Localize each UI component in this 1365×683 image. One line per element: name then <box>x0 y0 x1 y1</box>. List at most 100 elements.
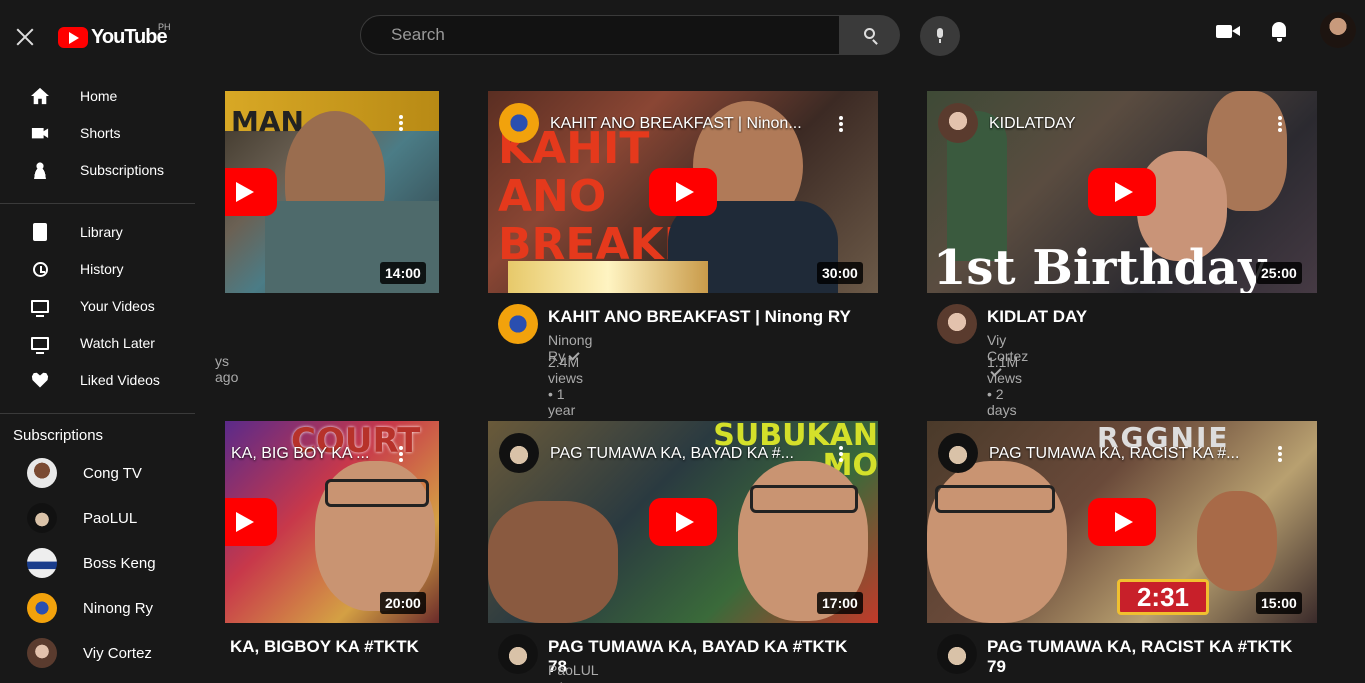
subscription-item-viy-cortez[interactable]: Viy Cortez <box>0 631 196 675</box>
thumbnail-figure <box>1197 491 1277 591</box>
channel-name[interactable]: PaoLUL <box>548 662 599 683</box>
sidebar-item-label: Library <box>80 224 123 240</box>
overlay-video-title: PAG TUMAWA KA, RACIST KA #... <box>989 445 1240 462</box>
more-options-icon[interactable] <box>399 446 403 462</box>
subscription-item-boss-keng[interactable]: Boss Keng <box>0 541 196 585</box>
video-duration: 25:00 <box>1256 262 1302 284</box>
video-title[interactable]: KA, BIGBOY KA #TKTK <box>230 637 450 657</box>
sidebar-item-label: Watch Later <box>80 335 155 351</box>
channel-avatar[interactable] <box>498 634 538 674</box>
channel-avatar[interactable] <box>937 634 977 674</box>
sidebar-divider <box>0 413 195 414</box>
more-options-icon[interactable] <box>1278 116 1282 132</box>
history-icon <box>33 261 48 277</box>
play-button[interactable] <box>649 498 717 546</box>
subscription-label: PaoLUL <box>83 510 138 527</box>
sidebar-item-library[interactable]: Library <box>0 214 196 250</box>
top-bar: YouTube PH <box>0 0 1365 70</box>
search-button[interactable] <box>840 15 900 55</box>
play-button[interactable] <box>1088 498 1156 546</box>
sidebar-item-liked-videos[interactable]: Liked Videos <box>0 362 196 398</box>
youtube-play-logo-icon <box>58 26 88 48</box>
create-video-button[interactable] <box>1214 22 1242 42</box>
channel-avatar[interactable] <box>937 304 977 344</box>
more-options-icon[interactable] <box>839 116 843 132</box>
shorts-icon <box>31 127 49 139</box>
account-avatar[interactable] <box>1320 12 1356 48</box>
verified-check-icon <box>551 679 563 683</box>
country-code: PH <box>158 22 171 32</box>
thumbnail-food <box>508 261 708 293</box>
sidebar-item-label: Your Videos <box>80 298 155 314</box>
video-duration: 17:00 <box>817 592 863 614</box>
channel-avatar[interactable] <box>498 304 538 344</box>
channel-avatar[interactable] <box>938 103 978 143</box>
voice-search-button[interactable] <box>920 16 960 56</box>
video-camera-icon <box>1216 25 1232 38</box>
subscriptions-icon <box>31 161 49 179</box>
channel-avatar <box>27 458 57 488</box>
channel-avatar <box>27 593 57 623</box>
sidebar-item-home[interactable]: Home <box>0 78 196 114</box>
subscriptions-heading: Subscriptions <box>13 427 104 444</box>
play-button[interactable] <box>225 498 277 546</box>
video-title[interactable]: KAHIT ANO BREAKFAST | Ninong RY <box>548 307 868 327</box>
video-thumbnail[interactable]: MAN 14:00 <box>225 91 439 293</box>
sidebar-item-shorts[interactable]: Shorts <box>0 115 196 151</box>
bell-icon <box>1272 22 1286 37</box>
video-thumbnail[interactable]: COURT KA, BIG BOY KA ... 20:00 <box>225 421 439 623</box>
sidebar-item-watch-later[interactable]: Watch Later <box>0 325 196 361</box>
channel-avatar[interactable] <box>499 103 539 143</box>
video-duration: 20:00 <box>380 592 426 614</box>
search-box <box>360 15 840 55</box>
video-thumbnail[interactable]: 1st Birthday KIDLATDAY 25:00 <box>927 91 1317 293</box>
play-button[interactable] <box>1088 168 1156 216</box>
subscription-item-paolul[interactable]: PaoLUL <box>0 496 196 540</box>
microphone-icon <box>937 28 943 43</box>
channel-avatar[interactable] <box>938 433 978 473</box>
channel-name-text: PaoLUL <box>548 662 599 678</box>
channel-avatar <box>27 548 57 578</box>
channel-avatar[interactable] <box>499 433 539 473</box>
play-button[interactable] <box>225 168 277 216</box>
thumbnail-glasses <box>935 485 1055 513</box>
sidebar-item-your-videos[interactable]: Your Videos <box>0 288 196 324</box>
search-icon <box>864 28 875 39</box>
more-options-icon[interactable] <box>1278 446 1282 462</box>
subscription-item-ninong-ry[interactable]: Ninong Ry <box>0 586 196 630</box>
channel-avatar <box>27 503 57 533</box>
more-options-icon[interactable] <box>839 446 843 462</box>
sidebar-item-history[interactable]: History <box>0 251 196 287</box>
overlay-video-title: PAG TUMAWA KA, BAYAD KA #... <box>550 445 794 462</box>
overlay-video-title: KA, BIG BOY KA ... <box>231 445 370 462</box>
sidebar: Home Shorts Subscriptions Library Histor… <box>0 70 196 683</box>
sidebar-item-label: History <box>80 261 124 277</box>
subscription-label: Ninong Ry <box>83 600 154 617</box>
search-input[interactable] <box>391 16 831 54</box>
video-thumbnail[interactable]: SUBUKAN MO PAG TUMAWA KA, BAYAD KA #... … <box>488 421 878 623</box>
youtube-logo[interactable]: YouTube <box>58 25 168 49</box>
library-icon <box>33 223 47 241</box>
video-title[interactable]: KIDLAT DAY <box>987 307 1307 327</box>
scrollbar[interactable] <box>1357 0 1365 683</box>
sidebar-item-label: Subscriptions <box>80 162 165 178</box>
subscription-item-cong-tv[interactable]: Cong TV <box>0 451 196 495</box>
sidebar-item-subscriptions[interactable]: Subscriptions <box>0 152 196 188</box>
sidebar-item-label: Home <box>80 88 118 104</box>
play-button[interactable] <box>649 168 717 216</box>
sidebar-divider <box>0 203 195 204</box>
thumbnail-text: 1st Birthday <box>933 240 1267 293</box>
video-thumbnail[interactable]: KAHIT ANO BREAKFAST KAHIT ANO BREAKFAST … <box>488 91 878 293</box>
video-title[interactable]: PAG TUMAWA KA, RACIST KA #TKTK 79 <box>987 637 1307 677</box>
channel-avatar <box>27 638 57 668</box>
more-options-icon[interactable] <box>399 115 403 131</box>
watch-later-icon <box>31 336 49 354</box>
close-icon[interactable] <box>10 22 40 52</box>
notifications-button[interactable] <box>1268 20 1294 46</box>
video-camera-lens <box>1232 26 1240 36</box>
subscription-label: Boss Keng <box>83 555 156 572</box>
video-duration: 15:00 <box>1256 592 1302 614</box>
video-thumbnail[interactable]: RGGNIE 2:31 PAG TUMAWA KA, RACIST KA #..… <box>927 421 1317 623</box>
logo-text: YouTube <box>91 25 168 48</box>
subscription-label: Cong TV <box>83 465 142 482</box>
